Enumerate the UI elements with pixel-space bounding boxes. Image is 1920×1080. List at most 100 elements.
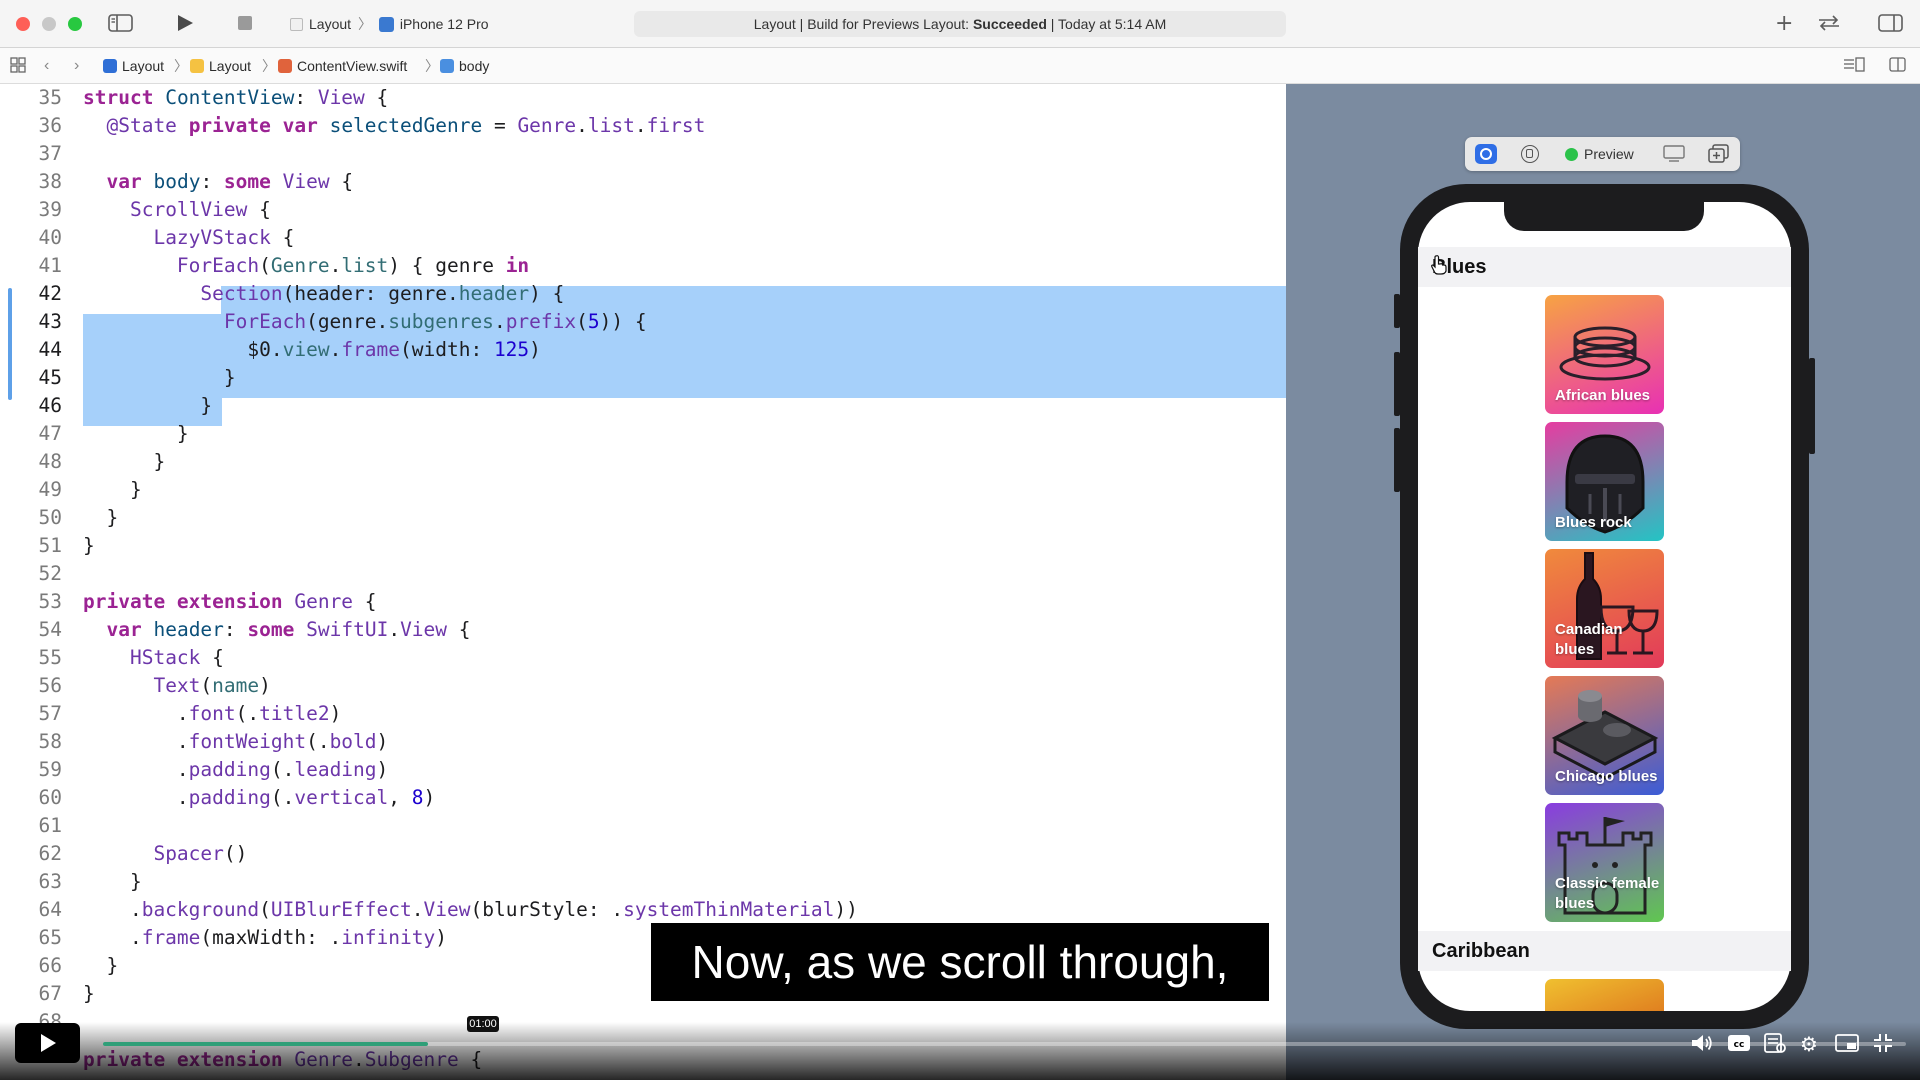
- progress-timecode: 01:00: [467, 1016, 499, 1032]
- line-number: 43: [38, 310, 62, 333]
- duplicate-preview-icon[interactable]: [1708, 144, 1730, 169]
- code-line: 52: [0, 560, 1286, 588]
- code-line: 47 }: [0, 420, 1286, 448]
- breadcrumb-project[interactable]: Layout: [103, 57, 164, 75]
- play-button[interactable]: [15, 1023, 80, 1063]
- closed-captions-icon[interactable]: cc: [1727, 1032, 1751, 1059]
- status-result: Succeeded: [972, 16, 1047, 32]
- swift-file-icon: [278, 59, 292, 73]
- code-line: 50 }: [0, 504, 1286, 532]
- back-chevron-icon[interactable]: ‹: [44, 57, 49, 75]
- navigator-toggle-icon[interactable]: [108, 13, 134, 35]
- project-icon: [103, 59, 117, 73]
- phone-notch: [1504, 199, 1704, 231]
- stop-icon[interactable]: [236, 13, 254, 35]
- chevron-right-icon: 〉: [425, 58, 439, 74]
- line-number: 35: [38, 86, 62, 109]
- settings-gear-icon[interactable]: ⚙: [1800, 1032, 1818, 1056]
- editor-options-icon[interactable]: [1843, 57, 1865, 77]
- breadcrumb-symbol[interactable]: body: [440, 57, 489, 75]
- status-prefix: Layout | Build for Previews Layout:: [753, 16, 973, 32]
- line-number: 41: [38, 254, 62, 277]
- device-icon: [378, 17, 394, 32]
- add-library-icon[interactable]: +: [1775, 13, 1793, 35]
- power-button: [1809, 358, 1815, 454]
- progress-fill: [103, 1042, 428, 1046]
- breadcrumb-file[interactable]: ContentView.swift: [278, 57, 407, 75]
- genre-tile-canadian-blues[interactable]: Canadian blues: [1545, 549, 1664, 668]
- line-number: 59: [38, 758, 62, 781]
- line-number: 52: [38, 562, 62, 585]
- code-line: 48 }: [0, 448, 1286, 476]
- code-line: 42 Section(header: genre.header) {: [0, 280, 1286, 308]
- transcript-icon[interactable]: [1763, 1032, 1787, 1059]
- close-window-button[interactable]: [16, 17, 30, 31]
- code-line: 44 $0.view.frame(width: 125): [0, 336, 1286, 364]
- line-number: 61: [38, 814, 62, 837]
- volume-icon[interactable]: [1690, 1032, 1714, 1059]
- forward-chevron-icon[interactable]: ›: [74, 57, 79, 75]
- fullscreen-exit-icon[interactable]: [1872, 1032, 1894, 1059]
- code-line: 55 HStack {: [0, 644, 1286, 672]
- line-number: 44: [38, 338, 62, 361]
- code-line: 64 .background(UIBlurEffect.View(blurSty…: [0, 896, 1286, 924]
- code-line: 39 ScrollView {: [0, 196, 1286, 224]
- breadcrumb-folder[interactable]: Layout: [190, 57, 251, 75]
- breadcrumb-file-label: ContentView.swift: [297, 58, 408, 74]
- code-line: 38 var body: some View {: [0, 168, 1286, 196]
- section-header-caribbean: Caribbean: [1418, 931, 1791, 971]
- code-line: 62 Spacer(): [0, 840, 1286, 868]
- line-number: 40: [38, 226, 62, 249]
- genre-tile-caribbean[interactable]: [1545, 979, 1664, 1011]
- related-items-icon[interactable]: [10, 57, 26, 77]
- line-number: 50: [38, 506, 62, 529]
- device-settings-icon[interactable]: [1663, 145, 1685, 168]
- tile-label: Blues rock: [1555, 514, 1632, 531]
- preview-label: Preview: [1584, 146, 1634, 162]
- picture-in-picture-icon[interactable]: [1835, 1032, 1859, 1059]
- line-number: 47: [38, 422, 62, 445]
- line-number: 37: [38, 142, 62, 165]
- line-number: 62: [38, 842, 62, 865]
- code-line: 56 Text(name): [0, 672, 1286, 700]
- line-number: 49: [38, 478, 62, 501]
- code-line: 63 }: [0, 868, 1286, 896]
- tile-label: Chicago blues: [1555, 768, 1658, 785]
- breadcrumb-folder-label: Layout: [209, 58, 252, 74]
- status-suffix: | Today at 5:14 AM: [1046, 16, 1167, 32]
- preview-toolbar: Preview: [1465, 137, 1740, 171]
- line-number: 38: [38, 170, 62, 193]
- app-target-icon: [290, 18, 303, 31]
- video-player-bar: [0, 1022, 1920, 1080]
- line-number: 48: [38, 450, 62, 473]
- genre-tile-african-blues[interactable]: African blues: [1545, 295, 1664, 414]
- zoom-window-button[interactable]: [68, 17, 82, 31]
- line-number: 65: [38, 926, 62, 949]
- genre-tile-chicago-blues[interactable]: Chicago blues: [1545, 676, 1664, 795]
- line-number: 60: [38, 786, 62, 809]
- code-review-icon[interactable]: [1816, 13, 1842, 35]
- line-number: 36: [38, 114, 62, 137]
- code-line: 57 .font(.title2): [0, 700, 1286, 728]
- code-line: 51}: [0, 532, 1286, 560]
- code-line: 58 .fontWeight(.bold): [0, 728, 1286, 756]
- genre-tile-blues-rock[interactable]: Blues rock: [1545, 422, 1664, 541]
- run-play-icon[interactable]: [175, 13, 195, 35]
- tile-label: Canadian blues: [1555, 621, 1623, 658]
- line-number: 54: [38, 618, 62, 641]
- live-preview-icon[interactable]: [1475, 144, 1497, 164]
- line-number: 45: [38, 366, 62, 389]
- genre-tile-classic-female-blues[interactable]: Classic female blues: [1545, 803, 1664, 922]
- chevron-right-icon: 〉: [357, 16, 372, 32]
- code-line: 36 @State private var selectedGenre = Ge…: [0, 112, 1286, 140]
- scheme-selector[interactable]: Layout 〉 iPhone 12 Pro: [290, 13, 489, 35]
- code-line: 41 ForEach(Genre.list) { genre in: [0, 252, 1286, 280]
- code-line: 40 LazyVStack {: [0, 224, 1286, 252]
- add-editor-icon[interactable]: [1889, 57, 1907, 77]
- preview-on-device-icon[interactable]: [1521, 145, 1539, 163]
- line-number: 64: [38, 898, 62, 921]
- breadcrumb-project-label: Layout: [122, 58, 165, 74]
- minimize-window-button[interactable]: [42, 17, 56, 31]
- inspector-toggle-icon[interactable]: [1878, 13, 1904, 35]
- code-line: 46 }: [0, 392, 1286, 420]
